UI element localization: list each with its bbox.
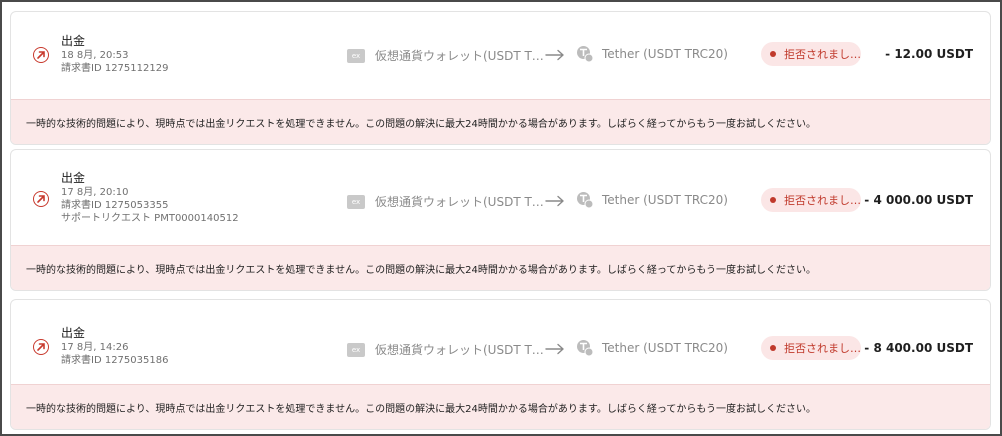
status-badge: 拒否されまし… [761,188,861,212]
withdrawal-arrow-icon [33,47,49,63]
destination: Tether (USDT TRC20) [576,339,728,357]
tether-coin-icon [577,192,594,209]
ex-wallet-icon: ex [347,48,365,63]
ex-wallet-icon: ex [347,194,365,209]
support-request: サポートリクエスト PMT0000140512 [61,213,239,224]
destination: Tether (USDT TRC20) [576,45,728,63]
destination-label: Tether (USDT TRC20) [602,193,728,207]
source-wallet: ex 仮想通貨ウォレット(USDT T… [347,193,544,210]
transaction-datetime: 18 8月, 20:53 [61,50,129,61]
transaction-card[interactable]: 出金 17 8月, 20:10 請求書ID 1275053355 サポートリクエ… [10,149,991,291]
transaction-datetime: 17 8月, 20:10 [61,187,129,198]
error-message: 一時的な技術的問題により、現時点では出金リクエストを処理できません。この問題の解… [11,99,990,144]
transaction-list: 出金 18 8月, 20:53 請求書ID 1275112129 ex 仮想通貨… [2,2,1000,434]
transaction-card[interactable]: 出金 17 8月, 14:26 請求書ID 1275035186 ex 仮想通貨… [10,299,991,430]
tether-coin-icon [577,46,594,63]
tether-coin-icon [577,340,594,357]
transaction-amount: - 4 000.00 USDT [864,193,973,207]
status-badge: 拒否されまし… [761,336,861,360]
source-wallet-label: 仮想通貨ウォレット(USDT T… [375,343,544,357]
transaction-type: 出金 [61,171,86,185]
transaction-meta: 出金 17 8月, 20:10 請求書ID 1275053355 サポートリクエ… [61,170,239,225]
status-label: 拒否されまし… [784,194,861,207]
arrow-right-icon [545,49,564,61]
source-wallet: ex 仮想通貨ウォレット(USDT T… [347,47,544,64]
ex-wallet-icon: ex [347,342,365,357]
transaction-amount: - 12.00 USDT [885,47,973,61]
destination: Tether (USDT TRC20) [576,191,728,209]
transaction-datetime: 17 8月, 14:26 [61,342,129,353]
transaction-card[interactable]: 出金 18 8月, 20:53 請求書ID 1275112129 ex 仮想通貨… [10,11,991,145]
withdrawal-arrow-icon [33,339,49,355]
withdrawal-arrow-icon [33,191,49,207]
transaction-amount: - 8 400.00 USDT [864,341,973,355]
status-dot [770,51,776,57]
invoice-id: 請求書ID 1275112129 [61,63,169,74]
status-label: 拒否されまし… [784,48,861,61]
source-wallet-label: 仮想通貨ウォレット(USDT T… [375,195,544,209]
transaction-meta: 出金 17 8月, 14:26 請求書ID 1275035186 [61,325,168,367]
status-badge: 拒否されまし… [761,42,861,66]
source-wallet: ex 仮想通貨ウォレット(USDT T… [347,341,544,358]
status-dot [770,345,776,351]
status-label: 拒否されまし… [784,342,861,355]
status-dot [770,197,776,203]
destination-label: Tether (USDT TRC20) [602,47,728,61]
arrow-right-icon [545,343,564,355]
transaction-type: 出金 [61,34,86,48]
invoice-id: 請求書ID 1275053355 [61,200,169,211]
error-message: 一時的な技術的問題により、現時点では出金リクエストを処理できません。この問題の解… [11,245,990,290]
invoice-id: 請求書ID 1275035186 [61,355,169,366]
source-wallet-label: 仮想通貨ウォレット(USDT T… [375,49,544,63]
error-message: 一時的な技術的問題により、現時点では出金リクエストを処理できません。この問題の解… [11,384,990,429]
transaction-type: 出金 [61,326,86,340]
destination-label: Tether (USDT TRC20) [602,341,728,355]
transaction-meta: 出金 18 8月, 20:53 請求書ID 1275112129 [61,33,168,75]
arrow-right-icon [545,195,564,207]
